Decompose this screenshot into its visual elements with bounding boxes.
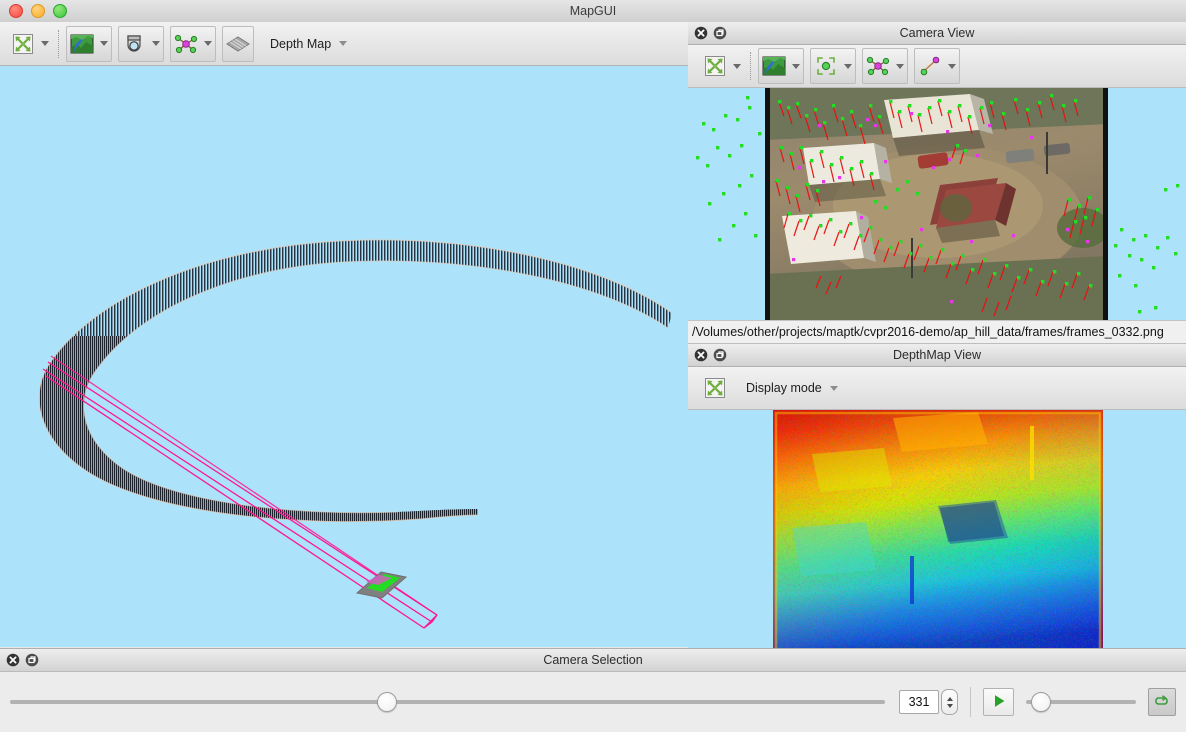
world-map-icon <box>67 29 97 59</box>
camera-icon <box>119 29 149 59</box>
show-image-button[interactable] <box>758 48 804 84</box>
camera-selection-title: Camera Selection <box>543 653 643 667</box>
depthmap-canvas[interactable] <box>688 410 1186 657</box>
camera-reset-view-button[interactable] <box>700 49 744 83</box>
depthmap-render <box>688 410 1186 657</box>
right-dock-column: Camera View /Volumes/other/projects/mapt… <box>688 22 1186 657</box>
show-feature-points-button[interactable] <box>810 48 856 84</box>
show-world-map-button[interactable] <box>66 25 112 62</box>
playback-speed-slider[interactable] <box>1026 690 1136 714</box>
toolbar-separator <box>750 52 752 80</box>
loop-button[interactable] <box>1148 688 1176 716</box>
loop-icon <box>1153 694 1171 711</box>
frame-slider-track <box>10 700 885 704</box>
show-cameras-button[interactable] <box>118 25 164 62</box>
depthmap-reset-view-button[interactable] <box>700 371 730 405</box>
reset-view-dropdown[interactable] <box>38 41 52 46</box>
show-image-dropdown[interactable] <box>789 63 803 69</box>
window-titlebar: MapGUI <box>0 0 1186 23</box>
landmarks-icon <box>863 51 893 81</box>
depth-map-menu-label: Depth Map <box>270 36 332 51</box>
main-toolbar: Depth Map <box>0 22 688 66</box>
camera-view-toolbar <box>688 45 1186 88</box>
camera-view-title-bar: Camera View <box>688 22 1186 45</box>
chevron-down-icon <box>339 41 348 46</box>
camera-trajectory-render <box>38 239 673 629</box>
show-depth-map-button[interactable] <box>222 25 254 62</box>
depthmap-view-title: DepthMap View <box>892 348 981 362</box>
camera-frame-render <box>688 88 1186 320</box>
depthmap-view-toolbar: Display mode <box>688 367 1186 410</box>
active-camera-plane <box>355 571 408 599</box>
depth-image <box>773 410 1103 657</box>
camera-show-landmarks-button[interactable] <box>862 48 908 84</box>
camera-reset-view-dropdown[interactable] <box>730 63 744 69</box>
stepper-up-icon[interactable] <box>946 696 953 701</box>
camera-view-title: Camera View <box>899 26 975 40</box>
residuals-icon <box>915 51 945 81</box>
expand-arrows-icon <box>700 51 730 81</box>
chevron-down-icon <box>829 385 838 391</box>
expand-arrows-icon <box>700 373 730 403</box>
show-cameras-dropdown[interactable] <box>149 41 163 46</box>
show-residuals-dropdown[interactable] <box>945 63 959 69</box>
show-landmarks-button[interactable] <box>170 25 216 62</box>
toolbar-separator <box>58 29 60 58</box>
expand-arrows-icon <box>8 29 38 59</box>
depthmap-view-title-bar: DepthMap View <box>688 344 1186 367</box>
display-mode-menu[interactable]: Display mode <box>746 381 838 395</box>
camera-selection-controls: 331 <box>0 672 1186 732</box>
camera-selection-title-bar: Camera Selection <box>0 649 1186 672</box>
stepper-down-icon[interactable] <box>946 703 953 708</box>
camera-show-landmarks-dropdown[interactable] <box>893 63 907 69</box>
display-mode-label: Display mode <box>746 381 822 395</box>
world-view-canvas[interactable] <box>0 66 688 647</box>
world-map-icon <box>759 51 789 81</box>
play-button[interactable] <box>983 688 1014 716</box>
camera-frame-path: /Volumes/other/projects/maptk/cvpr2016-d… <box>688 321 1186 344</box>
mapgui-window: MapGUI Depth Map Camera View /Volumes/ot… <box>0 0 1186 732</box>
frame-slider-handle[interactable] <box>377 692 398 712</box>
show-landmarks-dropdown[interactable] <box>201 41 215 46</box>
window-title: MapGUI <box>569 4 617 18</box>
camera-image-canvas[interactable] <box>688 88 1186 321</box>
depth-map-menu[interactable]: Depth Map <box>270 36 348 51</box>
frame-spinner[interactable]: 331 <box>899 689 958 715</box>
play-triangle-icon <box>992 694 1006 711</box>
show-feature-points-dropdown[interactable] <box>841 63 855 69</box>
controls-separator <box>970 687 971 717</box>
show-residuals-button[interactable] <box>914 48 960 84</box>
frame-stepper[interactable] <box>941 689 958 715</box>
reset-view-button[interactable] <box>8 27 52 61</box>
camera-path-band <box>39 239 672 522</box>
speed-slider-handle[interactable] <box>1030 692 1051 712</box>
frame-value-input[interactable]: 331 <box>899 690 939 714</box>
landmarks-icon <box>171 29 201 59</box>
frame-slider[interactable] <box>10 690 885 714</box>
camera-selection-panel: Camera Selection 331 <box>0 648 1186 732</box>
depthmap-mesh-icon <box>223 29 253 59</box>
feature-point-icon <box>811 51 841 81</box>
show-world-map-dropdown[interactable] <box>97 41 111 46</box>
